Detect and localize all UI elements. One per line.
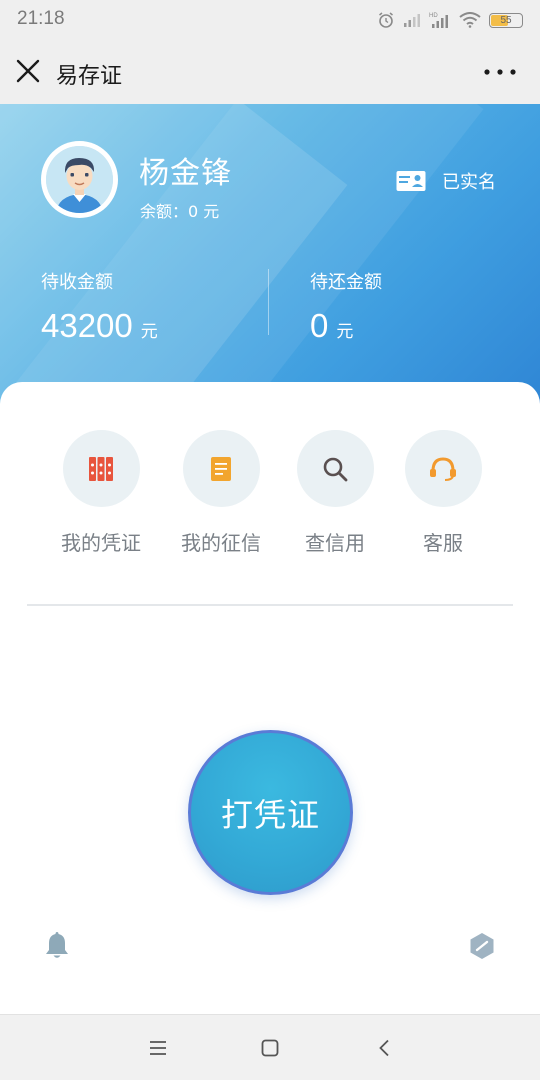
avatar[interactable] xyxy=(41,141,118,218)
close-icon[interactable] xyxy=(14,57,42,85)
home-nav-button[interactable] xyxy=(256,1035,284,1061)
profile-banner: 杨金锋 余额：0 元 已实名 待收金额 43200 元 待还金额 0 元 xyxy=(0,104,540,404)
battery-indicator: 55 xyxy=(489,12,523,28)
wifi-icon xyxy=(459,12,481,28)
battery-level: 55 xyxy=(500,14,512,26)
bell-icon[interactable] xyxy=(44,930,70,960)
signal-icon xyxy=(404,14,420,27)
menu-nav-button[interactable] xyxy=(144,1035,172,1061)
payable-label: 待还金额 xyxy=(310,272,382,293)
alarm-icon xyxy=(379,12,393,28)
payable-unit: 元 xyxy=(336,322,354,342)
my-credit-label: 我的征信 xyxy=(181,531,261,555)
status-time: 21:18 xyxy=(17,8,65,29)
customer-service-icon-circle xyxy=(404,430,482,507)
hd-signal-icon: HD xyxy=(429,13,448,28)
balance-text: 余额：0 元 xyxy=(140,202,220,221)
page-title: 易存证 xyxy=(56,64,123,89)
receivable-amount: 待收金额 43200 元 xyxy=(41,268,158,345)
receivable-value: 43200 xyxy=(41,307,133,344)
back-chevron-icon xyxy=(379,1039,389,1057)
avatar-illustration xyxy=(46,146,113,213)
id-card-icon xyxy=(396,171,426,191)
user-name: 杨金锋 xyxy=(139,156,232,191)
check-credit-button[interactable]: 查信用 xyxy=(280,430,390,556)
check-credit-label: 查信用 xyxy=(305,531,365,555)
home-square-icon xyxy=(261,1039,279,1057)
customer-service-label: 客服 xyxy=(423,531,463,555)
my-vouchers-label: 我的凭证 xyxy=(61,531,141,555)
check-credit-icon-circle xyxy=(296,430,374,507)
my-credit-icon-circle xyxy=(182,430,260,507)
section-divider xyxy=(27,604,513,606)
status-bar: 21:18 HD 55 xyxy=(0,0,540,40)
hexagon-icon[interactable] xyxy=(468,932,496,960)
menu-icon xyxy=(150,1041,166,1055)
main-card: 我的凭证 我的征信 查信用 客服 打凭证 xyxy=(0,382,540,1022)
create-voucher-button[interactable]: 打凭证 xyxy=(188,730,353,895)
system-nav-bar xyxy=(0,1014,540,1080)
receivable-unit: 元 xyxy=(140,322,158,342)
document-icon xyxy=(211,456,231,481)
payable-value: 0 xyxy=(310,307,329,344)
more-dots-icon[interactable] xyxy=(482,62,518,82)
status-icons: HD 55 xyxy=(377,9,523,31)
payable-amount: 待还金额 0 元 xyxy=(310,268,382,345)
my-vouchers-icon-circle xyxy=(62,430,140,507)
create-voucher-label: 打凭证 xyxy=(220,795,320,834)
svg-text:HD: HD xyxy=(429,13,438,19)
customer-service-button[interactable]: 客服 xyxy=(388,430,498,556)
stats-divider xyxy=(268,269,269,335)
headset-icon xyxy=(430,456,456,481)
receivable-label: 待收金额 xyxy=(41,272,113,293)
verified-status[interactable]: 已实名 xyxy=(396,168,496,194)
verified-label: 已实名 xyxy=(442,172,496,193)
title-bar: 易存证 xyxy=(0,40,540,104)
search-icon xyxy=(323,457,348,481)
binders-icon xyxy=(89,456,113,481)
my-vouchers-button[interactable]: 我的凭证 xyxy=(46,430,156,556)
back-nav-button[interactable] xyxy=(370,1035,398,1061)
my-credit-button[interactable]: 我的征信 xyxy=(166,430,276,556)
